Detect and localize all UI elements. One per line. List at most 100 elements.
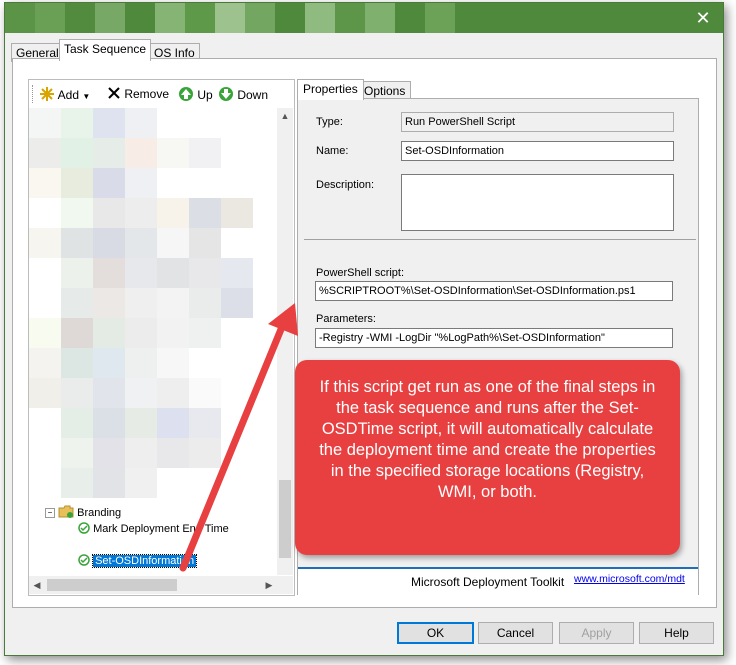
title-mosaic-cell (95, 3, 125, 33)
redacted-cell (189, 348, 221, 378)
add-star-icon (40, 87, 54, 101)
redacted-cell (61, 348, 93, 378)
redacted-cell (221, 138, 253, 168)
mdt-brand-text: Microsoft Deployment Toolkit (411, 575, 565, 589)
title-mosaic-cell (395, 3, 425, 33)
tree-item-set-osdinformation[interactable]: Set-OSDInformation (78, 554, 198, 568)
vertical-scroll-thumb[interactable] (279, 480, 291, 558)
redacted-cell (125, 438, 157, 468)
mdt-link[interactable]: www.microsoft.com/mdt (574, 573, 685, 585)
scroll-right-icon[interactable]: ▶ (261, 576, 277, 594)
title-mosaic-cell (155, 3, 185, 33)
scroll-left-icon[interactable]: ◀ (29, 576, 45, 594)
horizontal-scroll-thumb[interactable] (47, 579, 177, 591)
name-label: Name: (316, 145, 349, 157)
remove-x-icon (108, 87, 120, 99)
check-icon (78, 522, 90, 534)
type-field: Run PowerShell Script (401, 112, 674, 132)
redacted-cell (125, 198, 157, 228)
redacted-cell (189, 318, 221, 348)
scroll-up-icon[interactable]: ▲ (277, 108, 293, 124)
redacted-cell (29, 318, 61, 348)
horizontal-scrollbar[interactable]: ◀ ▶ (29, 576, 277, 594)
redacted-cell (125, 318, 157, 348)
redacted-cell (61, 438, 93, 468)
redacted-cell (29, 108, 61, 138)
tab-properties[interactable]: Properties (297, 79, 364, 100)
title-mosaic-cell (215, 3, 245, 33)
tab-task-sequence[interactable]: Task Sequence (59, 39, 152, 61)
remove-button[interactable]: Remove (107, 86, 169, 104)
annotation-callout: If this script get run as one of the fin… (295, 360, 680, 555)
redacted-cell (221, 318, 253, 348)
redacted-cell (221, 408, 253, 438)
redacted-cell (189, 288, 221, 318)
parameters-label: Parameters: (316, 313, 376, 325)
toolbar-grip (32, 85, 35, 103)
add-button[interactable]: Add ▼ (39, 86, 90, 104)
redacted-cell (93, 258, 125, 288)
title-mosaic-cell (185, 3, 215, 33)
description-field[interactable] (401, 174, 674, 231)
redacted-cell (93, 408, 125, 438)
chevron-down-icon: ▼ (82, 92, 91, 101)
title-mosaic-cell (125, 3, 155, 33)
tree-group-branding[interactable]: − Branding (45, 505, 121, 519)
powershell-script-field[interactable]: %SCRIPTROOT%\Set-OSDInformation\Set-OSDI… (315, 281, 673, 301)
redacted-cell (93, 138, 125, 168)
redacted-cell (93, 468, 125, 498)
redacted-cell (61, 168, 93, 198)
redacted-cell (61, 198, 93, 228)
redacted-cell (61, 228, 93, 258)
ok-button[interactable]: OK (397, 622, 474, 644)
name-field[interactable]: Set-OSDInformation (401, 141, 674, 161)
redacted-cell (93, 288, 125, 318)
tree-item-mark-deployment-end-time[interactable]: Mark Deployment End Time (78, 522, 229, 535)
redacted-cell (157, 288, 189, 318)
redacted-cell (125, 138, 157, 168)
divider (304, 239, 696, 240)
redacted-cell (93, 318, 125, 348)
tree-item-label-selected: Set-OSDInformation (92, 554, 198, 568)
title-mosaic-cell (35, 3, 65, 33)
redacted-cell (221, 378, 253, 408)
scroll-corner (277, 576, 293, 594)
redacted-cell (157, 348, 189, 378)
title-mosaic-cell (365, 3, 395, 33)
redacted-cell (221, 108, 253, 138)
redacted-cell (61, 318, 93, 348)
up-arrow-icon (179, 87, 193, 101)
redacted-cell (125, 228, 157, 258)
redacted-cell (61, 288, 93, 318)
redacted-cell (125, 168, 157, 198)
task-sequence-tree[interactable]: − Branding Mark Deployment End Time Set-… (29, 108, 277, 575)
redacted-cell (125, 468, 157, 498)
close-icon[interactable]: ✕ (689, 5, 717, 31)
redacted-cell (29, 138, 61, 168)
dialog-window: ✕ General Task Sequence OS Info Add ▼ Re… (4, 2, 724, 656)
redacted-cell (93, 438, 125, 468)
redacted-cell (61, 138, 93, 168)
cancel-button[interactable]: Cancel (478, 622, 553, 644)
redacted-cell (157, 108, 189, 138)
help-button[interactable]: Help (639, 622, 714, 644)
collapse-icon[interactable]: − (45, 508, 55, 518)
redacted-cell (157, 438, 189, 468)
redacted-cell (93, 348, 125, 378)
vertical-scrollbar[interactable]: ▲ (277, 108, 293, 575)
redacted-cell (157, 138, 189, 168)
up-button[interactable]: Up (178, 86, 213, 104)
title-mosaic-cell (425, 3, 455, 33)
redacted-cell (189, 168, 221, 198)
redacted-cell (29, 468, 61, 498)
redacted-cell (29, 198, 61, 228)
type-label: Type: (316, 116, 343, 128)
redacted-cell (61, 378, 93, 408)
down-button[interactable]: Down (218, 86, 268, 104)
redacted-cell (93, 198, 125, 228)
redacted-cell (125, 258, 157, 288)
redacted-cell (221, 288, 253, 318)
redacted-cell (189, 378, 221, 408)
parameters-field[interactable]: -Registry -WMI -LogDir "%LogPath%\Set-OS… (315, 328, 673, 348)
redacted-cell (61, 468, 93, 498)
